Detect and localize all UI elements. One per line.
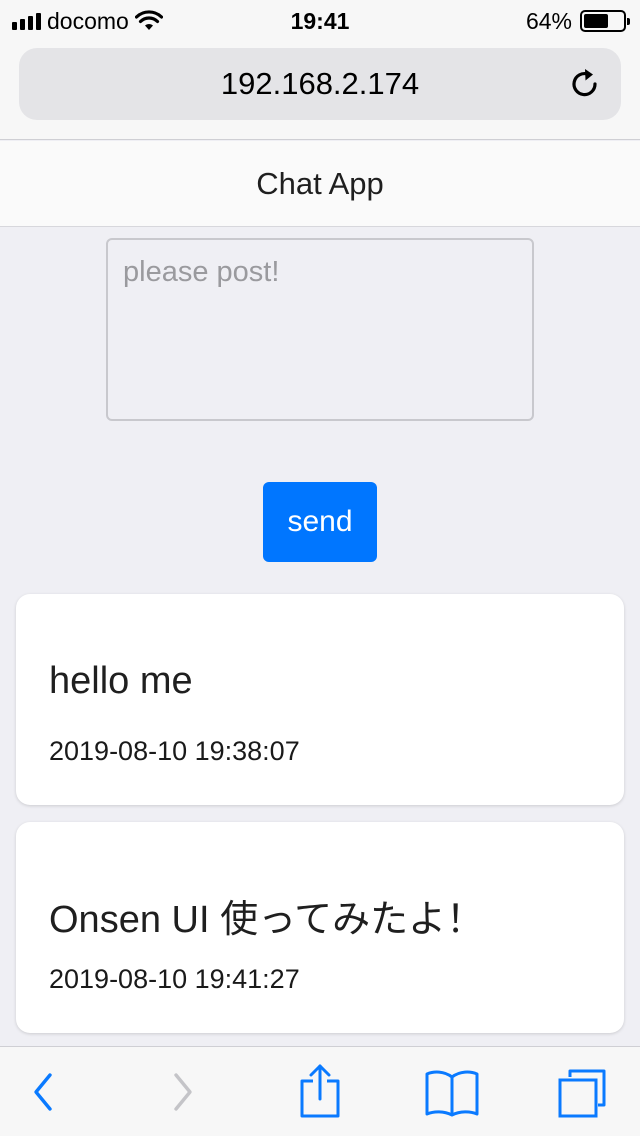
message-text: Onsen UI 使ってみたよ！: [49, 899, 485, 941]
signal-strength-icon: [12, 12, 41, 30]
post-input[interactable]: [106, 238, 534, 421]
send-button[interactable]: send: [263, 482, 377, 562]
page: docomo 19:41 64% 192.168.2.174 Chat App: [0, 0, 640, 1136]
app-toolbar: Chat App: [0, 141, 640, 227]
wifi-icon: [134, 10, 163, 30]
page-title: Chat App: [256, 165, 384, 201]
message-card: hello me 2019-08-10 19:38:07: [16, 594, 624, 805]
address-bar[interactable]: 192.168.2.174: [19, 48, 621, 120]
url-text[interactable]: 192.168.2.174: [221, 66, 419, 102]
battery-level: [584, 14, 609, 28]
message-card: Onsen UI 使ってみたよ！ 2019-08-10 19:41:27: [16, 822, 624, 1033]
carrier-name: docomo: [47, 7, 129, 34]
message-timestamp: 2019-08-10 19:38:07: [49, 736, 300, 766]
tabs-icon[interactable]: [556, 1065, 610, 1119]
battery-icon: [580, 10, 630, 32]
reload-icon[interactable]: [567, 66, 603, 102]
browser-url-area: 192.168.2.174: [0, 42, 640, 140]
browser-bottom-toolbar: [0, 1046, 640, 1136]
message-timestamp: 2019-08-10 19:41:27: [49, 964, 300, 994]
status-left: docomo: [12, 8, 163, 35]
share-icon[interactable]: [298, 1063, 342, 1119]
chat-content[interactable]: send hello me 2019-08-10 19:38:07 Onsen …: [0, 228, 640, 1046]
forward-arrow-icon[interactable]: [168, 1069, 198, 1115]
battery-percent: 64%: [525, 7, 572, 34]
bookmarks-icon[interactable]: [424, 1069, 480, 1117]
message-text: hello me: [49, 660, 193, 702]
status-right: 64%: [525, 7, 630, 35]
status-bar: docomo 19:41 64%: [0, 0, 640, 42]
back-arrow-icon[interactable]: [28, 1069, 58, 1115]
